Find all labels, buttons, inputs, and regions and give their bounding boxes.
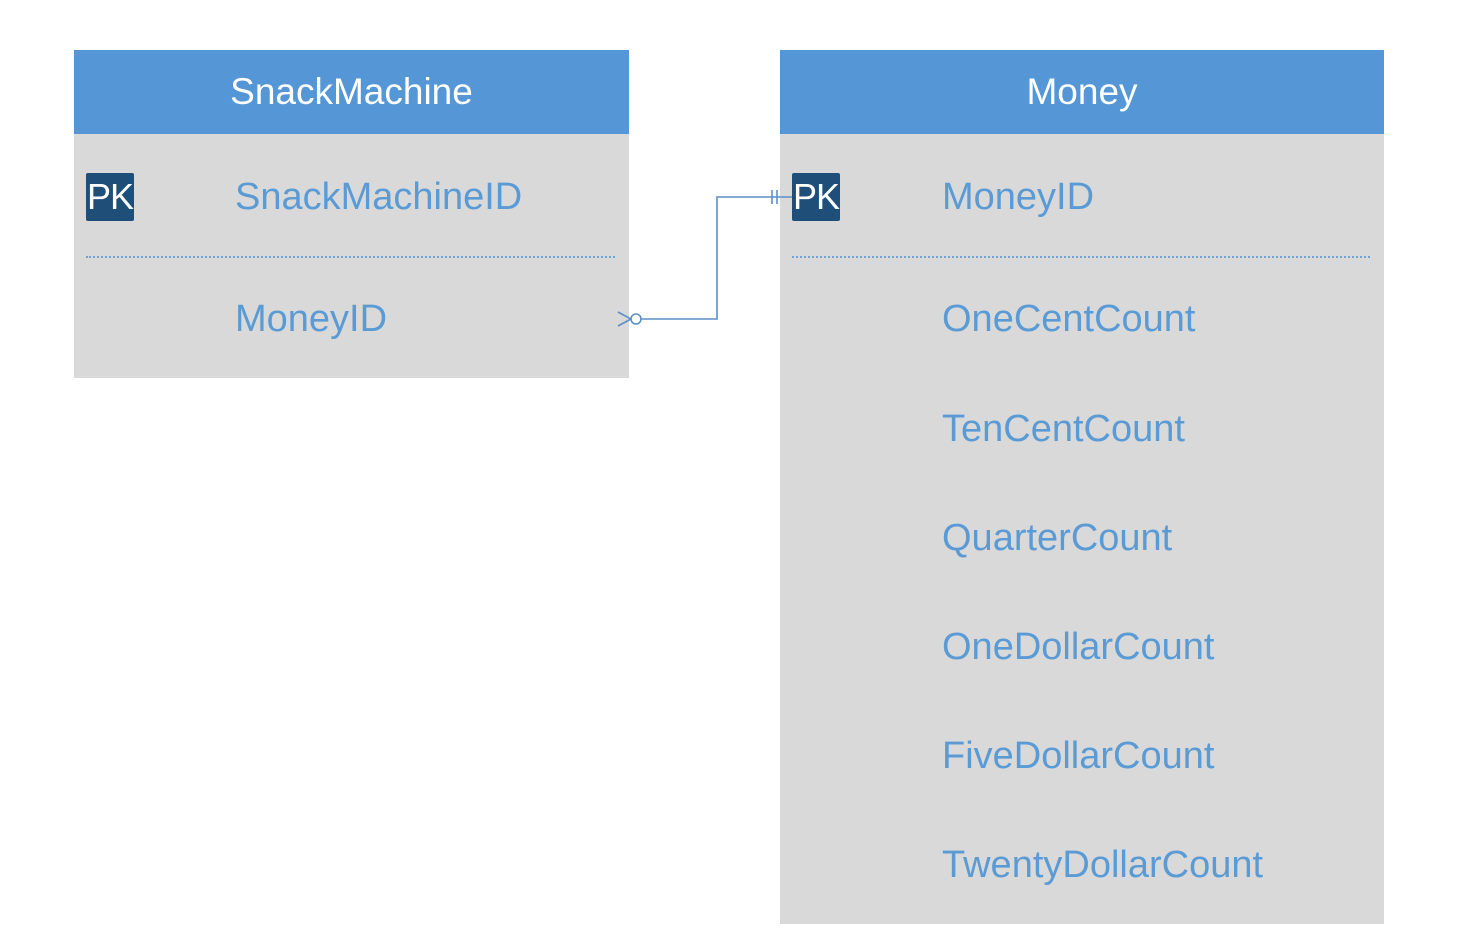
connector-line — [641, 196, 792, 320]
crows-foot-zero-many-icon — [617, 311, 642, 327]
relationship-connector — [617, 190, 792, 327]
